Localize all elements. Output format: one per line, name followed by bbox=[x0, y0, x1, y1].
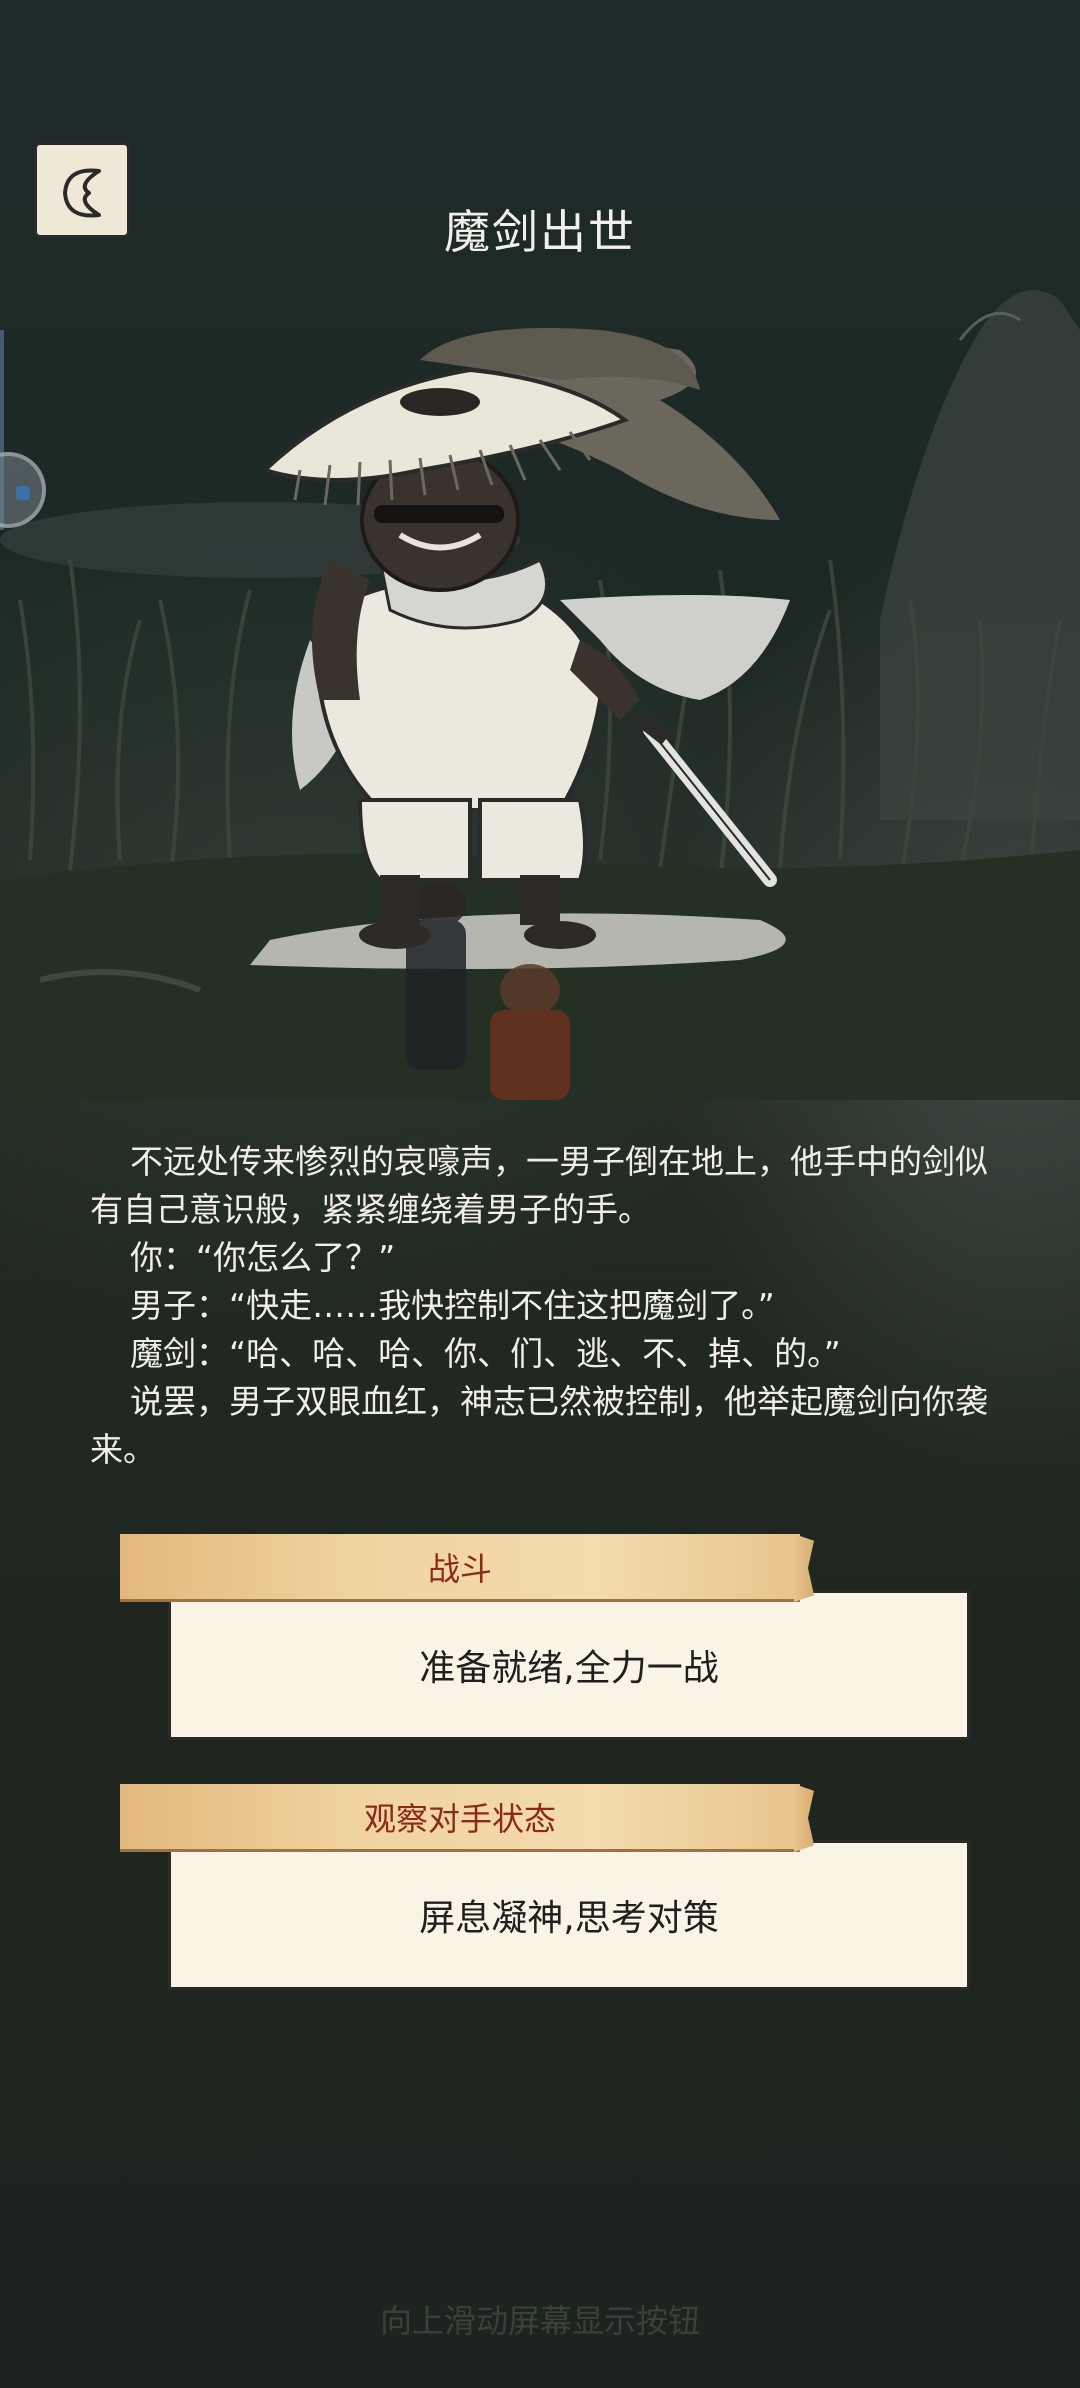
choice-observe-text: 屏息凝神,思考对策 bbox=[419, 1898, 719, 1939]
scene-illustration bbox=[0, 290, 1080, 1100]
story-text: 不远处传来惨烈的哀嚎声，一男子倒在地上，他手中的剑似有自己意识般，紧紧缠绕着男子… bbox=[90, 1138, 1000, 1474]
choice-fight-card[interactable]: 准备就绪,全力一战 bbox=[168, 1590, 970, 1740]
swipe-hint: 向上滑动屏幕显示按钮 bbox=[379, 2302, 700, 2340]
choice-fight-tag[interactable]: 战斗 bbox=[120, 1534, 800, 1602]
choice-observe-tag[interactable]: 观察对手状态 bbox=[120, 1784, 800, 1852]
choice-fight-tag-label: 战斗 bbox=[427, 1549, 492, 1588]
story-paragraph: 你：“你怎么了？” bbox=[130, 1238, 396, 1277]
story-paragraph: 魔剑：“哈、哈、哈、你、们、逃、不、掉、的。” bbox=[130, 1334, 841, 1373]
choice-fight[interactable]: 准备就绪,全力一战 战斗 bbox=[120, 1534, 970, 1744]
story-paragraph: 说罢，男子双眼血红，神志已然被控制，他举起魔剑向你袭来。 bbox=[90, 1382, 988, 1469]
floating-assist-icon bbox=[16, 486, 30, 500]
choice-observe-card[interactable]: 屏息凝神,思考对策 bbox=[168, 1840, 970, 1990]
story-paragraph: 男子：“快走……我快控制不住这把魔剑了。” bbox=[130, 1286, 775, 1325]
story-paragraph: 不远处传来惨烈的哀嚎声，一男子倒在地上，他手中的剑似有自己意识般，紧紧缠绕着男子… bbox=[90, 1142, 988, 1229]
choice-fight-text: 准备就绪,全力一战 bbox=[419, 1648, 719, 1689]
choice-observe[interactable]: 屏息凝神,思考对策 观察对手状态 bbox=[120, 1784, 970, 1994]
page-title: 魔剑出世 bbox=[444, 205, 636, 259]
choice-observe-tag-label: 观察对手状态 bbox=[363, 1799, 556, 1838]
